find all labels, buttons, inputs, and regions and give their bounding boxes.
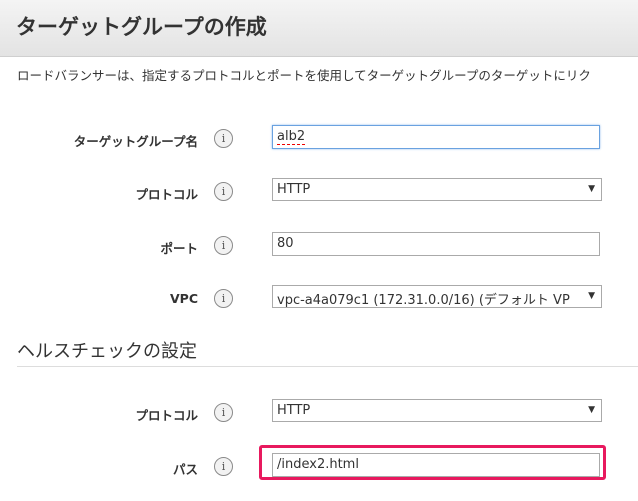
info-icon[interactable]: i (214, 457, 233, 476)
chevron-down-icon: ▼ (588, 291, 595, 301)
target-group-name-label: ターゲットグループ名 (73, 134, 198, 149)
protocol-label: プロトコル (135, 187, 198, 202)
port-row: ポート i 80 (0, 232, 638, 262)
health-check-section-title: ヘルスチェックの設定 (17, 341, 197, 362)
vpc-label: VPC (169, 291, 198, 306)
health-check-protocol-value: HTTP (277, 403, 311, 418)
chevron-down-icon: ▼ (588, 184, 595, 194)
protocol-row: プロトコル i HTTP ▼ (0, 178, 638, 208)
protocol-select[interactable]: HTTP ▼ (272, 178, 602, 201)
health-check-protocol-label: プロトコル (135, 408, 198, 423)
vpc-value: vpc-a4a079c1 (172.31.0.0/16) (デフォルト VP (277, 293, 570, 308)
health-check-protocol-row: プロトコル i HTTP ▼ (0, 399, 638, 429)
port-value: 80 (277, 236, 294, 251)
page-header: ターゲットグループの作成 (0, 0, 638, 57)
vpc-select[interactable]: vpc-a4a079c1 (172.31.0.0/16) (デフォルト VP ▼ (272, 285, 602, 308)
port-input[interactable]: 80 (272, 232, 600, 256)
target-group-name-input[interactable]: alb2 (272, 125, 600, 149)
section-divider (17, 366, 638, 367)
vpc-row: VPC i vpc-a4a079c1 (172.31.0.0/16) (デフォル… (0, 285, 638, 315)
intro-text: ロードバランサーは、指定するプロトコルとポートを使用してターゲットグループのター… (17, 68, 591, 83)
page-title: ターゲットグループの作成 (16, 15, 267, 39)
highlight-box (259, 445, 606, 480)
target-group-name-row: ターゲットグループ名 i alb2 (0, 125, 638, 155)
info-icon[interactable]: i (214, 289, 233, 308)
info-icon[interactable]: i (214, 236, 233, 255)
protocol-value: HTTP (277, 182, 311, 197)
info-icon[interactable]: i (214, 182, 233, 201)
chevron-down-icon: ▼ (588, 405, 595, 415)
port-label: ポート (160, 241, 198, 256)
target-group-name-value: alb2 (277, 129, 306, 145)
info-icon[interactable]: i (214, 129, 233, 148)
info-icon[interactable]: i (214, 403, 233, 422)
health-check-path-label: パス (172, 462, 198, 477)
health-check-protocol-select[interactable]: HTTP ▼ (272, 399, 602, 422)
